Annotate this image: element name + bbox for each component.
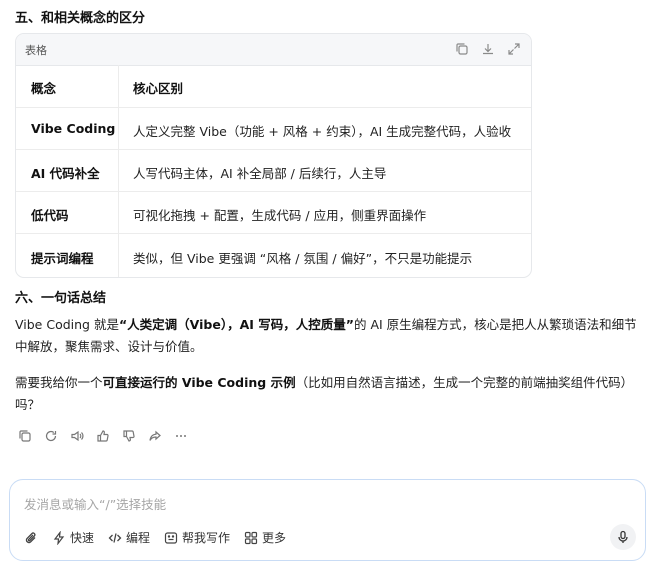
- summary-emphasis: “人类定调（Vibe），AI 写码，人控质量”: [118, 317, 354, 332]
- code-icon: [108, 532, 122, 543]
- summary-paragraph: Vibe Coding 就是“人类定调（Vibe），AI 写码，人控质量”的 A…: [15, 314, 640, 358]
- more-button[interactable]: 更多: [244, 529, 286, 546]
- section-title: 五、和相关概念的区分: [15, 11, 146, 26]
- copy-icon[interactable]: [17, 428, 33, 444]
- message-composer[interactable]: 发消息或输入“/”选择技能 快速 编程 帮我写作 更多: [9, 479, 646, 561]
- attach-button[interactable]: [24, 531, 38, 545]
- table-row: Vibe Coding 人定义完整 Vibe（功能 + 风格 + 约束），AI …: [16, 107, 531, 150]
- followup-paragraph: 需要我给你一个可直接运行的 Vibe Coding 示例（比如用自然语言描述，生…: [15, 372, 640, 416]
- followup-emphasis: 可直接运行的 Vibe Coding 示例: [102, 375, 296, 390]
- table-cell: 提示词编程: [31, 251, 94, 266]
- download-icon[interactable]: [481, 42, 495, 56]
- table-header-row: 概念 核心区别: [16, 65, 531, 107]
- comparison-table: 表格 概念 核心区别 Vibe Coding 人定义完整 Vibe（功能 + 风…: [15, 33, 532, 278]
- attach-icon: [25, 531, 36, 543]
- quick-button[interactable]: 快速: [52, 529, 94, 546]
- message-input[interactable]: 发消息或输入“/”选择技能: [24, 494, 166, 513]
- microphone-button[interactable]: [610, 524, 636, 550]
- quick-label: 快速: [70, 531, 95, 545]
- refresh-icon[interactable]: [43, 428, 59, 444]
- more-icon[interactable]: [173, 428, 189, 444]
- table-cell: Vibe Coding: [31, 121, 116, 136]
- column-header: 概念: [31, 81, 57, 96]
- lightning-icon: [53, 530, 65, 545]
- write-icon: [164, 531, 178, 544]
- composer-toolbar: 快速 编程 帮我写作 更多: [24, 529, 286, 546]
- table-cell: 人写代码主体，AI 补全局部 / 后续行，人主导: [133, 166, 387, 181]
- write-label: 帮我写作: [182, 531, 231, 545]
- table-tools: [455, 42, 521, 56]
- section-title: 六、一句话总结: [15, 291, 107, 306]
- grid-icon: [244, 531, 258, 544]
- code-label: 编程: [126, 531, 151, 545]
- followup-text: 需要我给你一个: [15, 375, 103, 390]
- table-row: 低代码 可视化拖拽 + 配置，生成代码 / 应用，侧重界面操作: [16, 191, 531, 234]
- column-header: 核心区别: [133, 81, 184, 96]
- table-cell: 可视化拖拽 + 配置，生成代码 / 应用，侧重界面操作: [133, 208, 427, 223]
- microphone-icon: [618, 530, 628, 543]
- table-cell: 人定义完整 Vibe（功能 + 风格 + 约束），AI 生成完整代码，人验收: [133, 124, 512, 139]
- table-cell: 低代码: [31, 208, 69, 223]
- speaker-icon[interactable]: [69, 428, 85, 444]
- table-cell: 类似，但 Vibe 更强调 “风格 / 氛围 / 偏好”，不只是功能提示: [133, 251, 473, 266]
- thumbs-up-icon[interactable]: [95, 428, 111, 444]
- thumbs-down-icon[interactable]: [121, 428, 137, 444]
- share-icon[interactable]: [147, 428, 163, 444]
- table-cell: AI 代码补全: [31, 166, 100, 181]
- write-button[interactable]: 帮我写作: [164, 529, 230, 546]
- summary-text: Vibe Coding 就是: [15, 317, 119, 332]
- table-row: 提示词编程 类似，但 Vibe 更强调 “风格 / 氛围 / 偏好”，不只是功能…: [16, 233, 531, 277]
- code-button[interactable]: 编程: [108, 529, 150, 546]
- message-actions: [17, 428, 189, 444]
- copy-icon[interactable]: [455, 42, 469, 56]
- table-header-bar: 表格: [16, 34, 531, 66]
- more-label: 更多: [262, 531, 287, 545]
- table-label: 表格: [25, 44, 47, 57]
- table-row: AI 代码补全 人写代码主体，AI 补全局部 / 后续行，人主导: [16, 149, 531, 192]
- expand-icon[interactable]: [507, 42, 521, 56]
